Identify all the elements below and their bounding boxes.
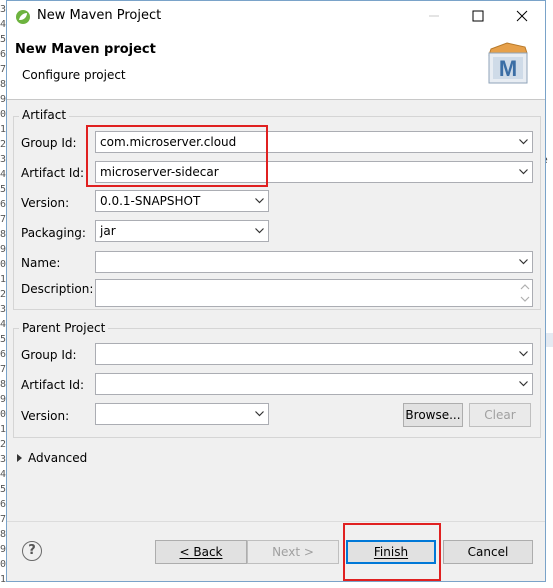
parent-version-select[interactable] — [95, 403, 269, 425]
close-icon — [516, 10, 528, 22]
advanced-label: Advanced — [28, 451, 88, 465]
title-bar: New Maven Project — [7, 1, 545, 31]
minimize-icon — [429, 15, 439, 17]
chevron-down-icon — [519, 259, 528, 265]
packaging-select[interactable]: jar — [95, 220, 269, 242]
new-maven-project-dialog: New Maven Project New Maven project Conf… — [6, 0, 546, 582]
parent-artifact-id-label: Artifact Id: — [21, 378, 85, 392]
version-select[interactable]: 0.0.1-SNAPSHOT — [95, 190, 269, 212]
maximize-icon — [472, 10, 484, 22]
chevron-down-icon — [519, 139, 528, 145]
back-button[interactable]: < Back — [155, 540, 247, 564]
parent-group-id-label: Group Id: — [21, 348, 77, 362]
help-icon[interactable]: ? — [22, 541, 42, 561]
page-title: New Maven project — [15, 42, 156, 57]
minimize-button[interactable] — [411, 1, 457, 31]
scroll-down-icon[interactable] — [520, 295, 530, 303]
version-label: Version: — [21, 196, 70, 210]
maven-logo-letter: M — [499, 56, 517, 81]
spring-leaf-icon — [15, 9, 31, 28]
back-button-label: < Back — [179, 545, 223, 559]
scroll-up-icon[interactable] — [520, 283, 530, 291]
group-id-label: Group Id: — [21, 136, 77, 150]
version-value: 0.0.1-SNAPSHOT — [100, 194, 201, 208]
footer-separator — [7, 521, 545, 522]
chevron-down-icon — [519, 169, 528, 175]
parent-artifact-id-combo[interactable] — [95, 373, 533, 395]
next-button[interactable]: Next > — [247, 540, 339, 564]
close-button[interactable] — [499, 1, 545, 31]
name-combo[interactable] — [95, 251, 533, 273]
parent-group-id-combo[interactable] — [95, 343, 533, 365]
chevron-down-icon — [255, 228, 264, 234]
chevron-down-icon — [519, 381, 528, 387]
description-label: Description: — [21, 282, 94, 296]
artifact-id-value: microserver-sidecar — [100, 165, 219, 179]
artifact-group-label: Artifact — [19, 108, 70, 122]
clear-button[interactable]: Clear — [469, 403, 531, 427]
browse-button[interactable]: Browse... — [403, 403, 463, 427]
cancel-button[interactable]: Cancel — [443, 540, 533, 564]
parent-project-group-label: Parent Project — [19, 321, 109, 335]
parent-version-label: Version: — [21, 409, 70, 423]
advanced-expander[interactable]: Advanced — [17, 451, 87, 465]
group-id-value: com.microserver.cloud — [100, 135, 237, 149]
packaging-label: Packaging: — [21, 226, 86, 240]
finish-button-label: Finish — [373, 545, 409, 559]
group-id-combo[interactable]: com.microserver.cloud — [95, 131, 533, 153]
page-subtitle: Configure project — [22, 68, 126, 82]
wizard-header: New Maven project Configure project M — [7, 31, 545, 100]
packaging-value: jar — [100, 224, 116, 238]
artifact-id-combo[interactable]: microserver-sidecar — [95, 161, 533, 183]
finish-button[interactable]: Finish — [346, 540, 436, 564]
description-textarea[interactable] — [95, 279, 533, 307]
expand-triangle-icon — [17, 454, 22, 462]
maven-logo-icon: M — [483, 39, 533, 90]
name-label: Name: — [21, 256, 61, 270]
window-title: New Maven Project — [37, 8, 162, 23]
chevron-down-icon — [255, 411, 264, 417]
chevron-down-icon — [255, 198, 264, 204]
chevron-down-icon — [519, 351, 528, 357]
artifact-id-label: Artifact Id: — [21, 166, 85, 180]
maximize-button[interactable] — [455, 1, 501, 31]
